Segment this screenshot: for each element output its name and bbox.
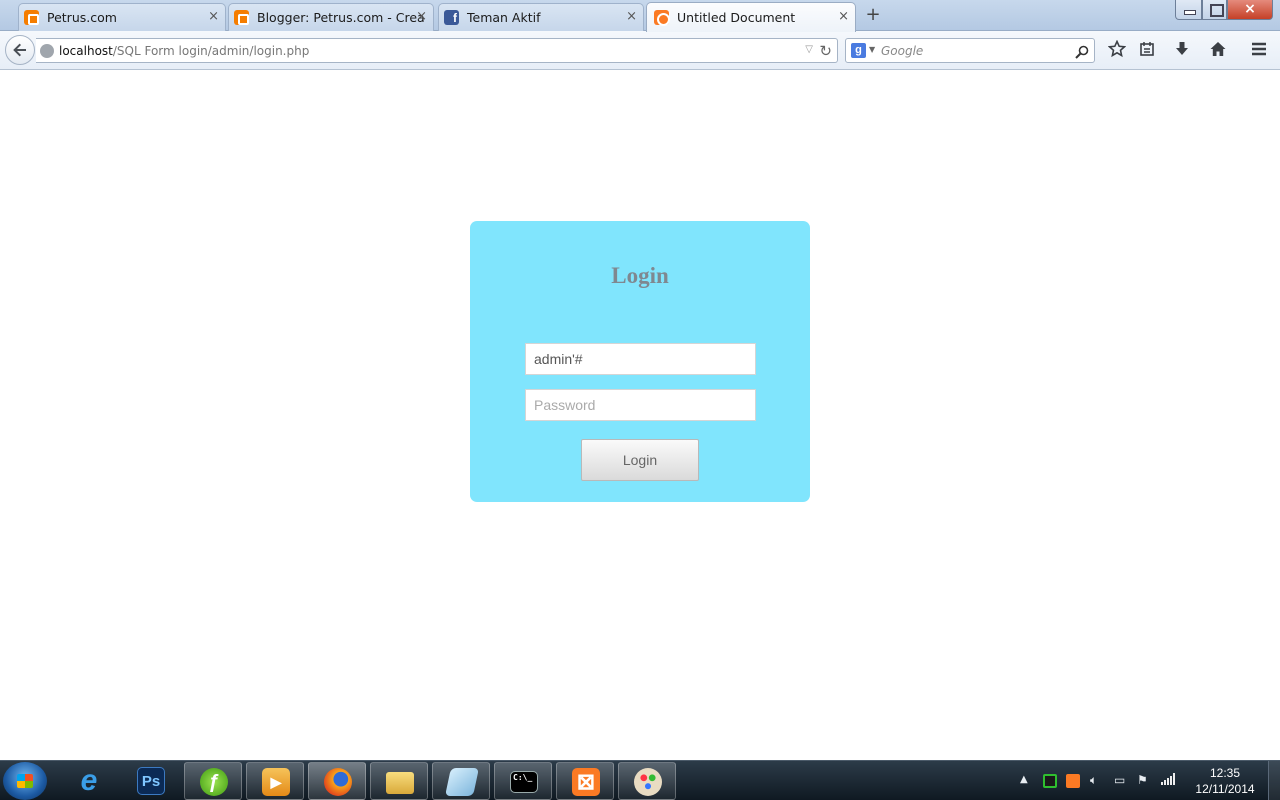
network-signal-icon[interactable]	[1161, 773, 1175, 788]
tab-petrus[interactable]: Petrus.com ×	[18, 3, 226, 31]
close-icon[interactable]: ×	[416, 10, 427, 24]
paint-icon	[634, 768, 662, 796]
close-icon[interactable]: ×	[838, 10, 849, 24]
blogger-icon	[234, 10, 249, 25]
address-bar[interactable]: localhost/SQL Form login/admin/login.php…	[36, 38, 838, 63]
close-window-button[interactable]: ×	[1227, 0, 1273, 20]
tray-xampp-icon[interactable]	[1066, 774, 1080, 788]
close-icon[interactable]: ×	[626, 10, 637, 24]
new-tab-button[interactable]: +	[864, 6, 882, 24]
search-bar[interactable]: g ▼ Google	[845, 38, 1095, 63]
taskbar-app-xampp[interactable]: ⊠	[556, 762, 614, 800]
action-center-flag-icon[interactable]: ⚑	[1137, 773, 1148, 787]
back-arrow-icon	[13, 43, 26, 57]
taskbar-app-media-player[interactable]: ▶	[246, 762, 304, 800]
taskbar-app-photoshop[interactable]: Ps	[122, 762, 180, 800]
volume-icon[interactable]: 🔈︎	[1090, 773, 1097, 788]
taskbar-app-firefox[interactable]	[308, 762, 366, 800]
bookmark-star-icon[interactable]	[1106, 39, 1128, 62]
bookmarks-menu-icon[interactable]	[1136, 40, 1158, 62]
minimize-button[interactable]	[1175, 0, 1202, 20]
tab-label: Untitled Document	[677, 10, 796, 25]
tab-label: Teman Aktif	[467, 10, 541, 25]
navigation-toolbar: localhost/SQL Form login/admin/login.php…	[0, 31, 1280, 70]
close-icon: ×	[1244, 1, 1256, 17]
tray-overflow-arrow-icon[interactable]: ▲	[1020, 774, 1028, 785]
url-text: localhost/SQL Form login/admin/login.php	[59, 44, 309, 58]
taskbar-app-notepad[interactable]	[432, 762, 490, 800]
chevron-down-icon[interactable]: ▼	[869, 45, 875, 54]
downloads-icon[interactable]	[1171, 40, 1193, 62]
internet-explorer-icon: e	[80, 764, 98, 797]
browser-tab-bar: Petrus.com × Blogger: Petrus.com - Crea.…	[0, 0, 1280, 32]
menu-icon[interactable]	[1248, 40, 1270, 62]
login-form: Login Login	[470, 221, 810, 502]
globe-icon	[40, 44, 54, 58]
home-icon[interactable]	[1207, 40, 1229, 62]
taskbar-app-cmd[interactable]: C:\_	[494, 762, 552, 800]
maximize-button[interactable]	[1202, 0, 1227, 20]
start-button[interactable]	[3, 762, 47, 800]
username-input[interactable]	[525, 343, 756, 375]
password-input[interactable]	[525, 389, 756, 421]
clock-time: 12:35	[1209, 766, 1241, 780]
file-explorer-icon	[386, 772, 414, 794]
search-icon[interactable]	[1075, 41, 1089, 63]
login-button[interactable]: Login	[581, 439, 699, 481]
media-player-icon: ▶	[262, 768, 290, 796]
taskbar-app-explorer[interactable]	[370, 762, 428, 800]
tab-label: Petrus.com	[47, 10, 117, 25]
windows-taskbar: e Ps ƒ ▶ C:\_ ⊠ ▲ 🔈︎ ▭ ⚑ 12:35 12/11/201…	[0, 760, 1280, 800]
chevron-down-icon[interactable]: ▽	[805, 44, 813, 55]
taskbar-app-ie[interactable]: e	[60, 762, 118, 800]
notepad-icon	[445, 768, 479, 796]
reload-icon[interactable]: ↻	[819, 42, 832, 60]
firefox-icon	[324, 768, 352, 796]
command-prompt-icon: C:\_	[510, 771, 538, 793]
tray-monitor-icon[interactable]	[1043, 774, 1057, 788]
taskbar-app-paint[interactable]	[618, 762, 676, 800]
url-host: localhost	[59, 44, 113, 58]
tab-untitled-document[interactable]: Untitled Document ×	[646, 2, 856, 32]
login-title: Login	[611, 263, 669, 288]
search-placeholder: Google	[881, 44, 924, 58]
tab-label: Blogger: Petrus.com - Crea...	[257, 10, 425, 25]
blogger-icon	[24, 10, 39, 25]
clock-date: 12/11/2014	[1195, 782, 1255, 796]
photoshop-icon: Ps	[137, 767, 165, 795]
close-icon[interactable]: ×	[208, 10, 219, 24]
xampp-icon	[654, 10, 670, 26]
tab-teman-aktif[interactable]: f Teman Aktif ×	[438, 3, 644, 31]
show-desktop-button[interactable]	[1268, 761, 1280, 800]
tab-blogger[interactable]: Blogger: Petrus.com - Crea... ×	[228, 3, 434, 31]
url-path: /SQL Form login/admin/login.php	[112, 44, 310, 58]
facebook-icon: f	[444, 10, 459, 25]
xampp-control-icon: ⊠	[572, 768, 600, 796]
dreamweaver-icon: ƒ	[200, 768, 228, 796]
back-button[interactable]	[5, 35, 35, 65]
google-icon[interactable]: g	[851, 43, 866, 58]
taskbar-app-dreamweaver[interactable]: ƒ	[184, 762, 242, 800]
power-icon[interactable]: ▭	[1114, 773, 1125, 787]
system-clock[interactable]: 12:35 12/11/2014	[1190, 765, 1260, 797]
